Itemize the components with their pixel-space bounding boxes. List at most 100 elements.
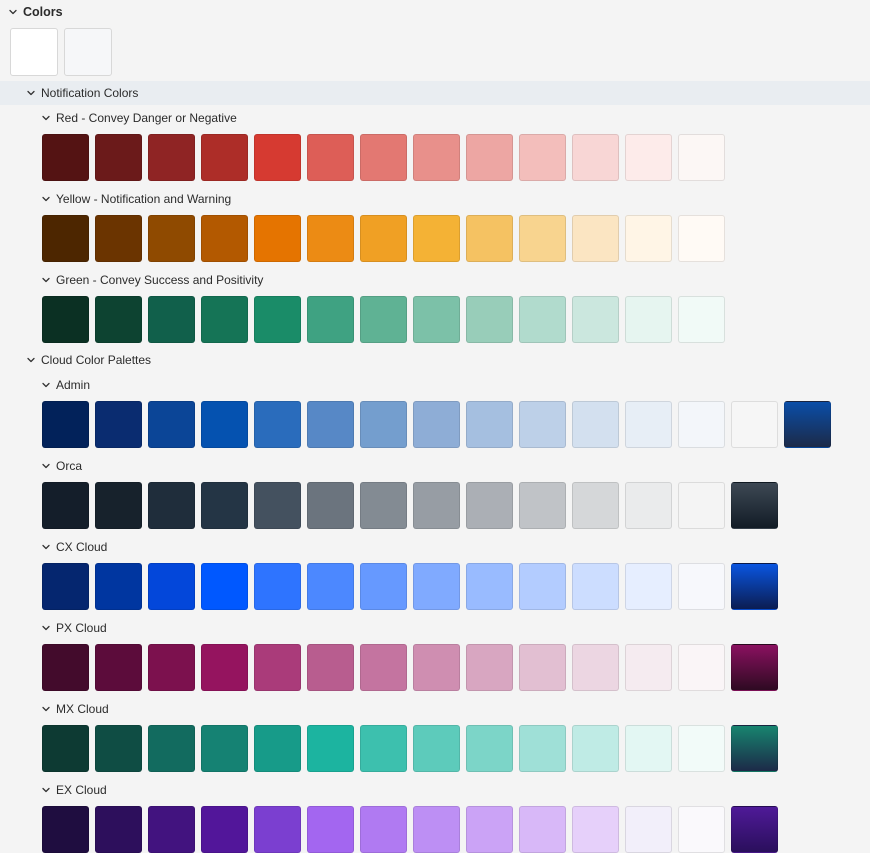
color-swatch[interactable]	[95, 296, 142, 343]
color-swatch[interactable]	[95, 644, 142, 691]
colors-section-header[interactable]: Colors	[8, 0, 63, 24]
color-swatch[interactable]	[678, 563, 725, 610]
color-swatch[interactable]	[307, 296, 354, 343]
color-swatch[interactable]	[519, 644, 566, 691]
color-swatch[interactable]	[307, 563, 354, 610]
color-swatch[interactable]	[254, 134, 301, 181]
notification-colors-header[interactable]: Notification Colors	[26, 81, 138, 105]
color-swatch[interactable]	[413, 401, 460, 448]
color-swatch[interactable]	[254, 215, 301, 262]
color-swatch[interactable]	[42, 563, 89, 610]
color-swatch[interactable]	[148, 563, 195, 610]
color-swatch[interactable]	[148, 806, 195, 853]
color-swatch[interactable]	[519, 134, 566, 181]
color-swatch[interactable]	[572, 806, 619, 853]
color-swatch[interactable]	[42, 806, 89, 853]
color-swatch[interactable]	[360, 296, 407, 343]
color-swatch[interactable]	[731, 725, 778, 772]
color-swatch[interactable]	[413, 644, 460, 691]
color-swatch[interactable]	[625, 134, 672, 181]
color-swatch[interactable]	[466, 563, 513, 610]
color-swatch[interactable]	[42, 644, 89, 691]
color-swatch[interactable]	[625, 725, 672, 772]
color-swatch[interactable]	[678, 296, 725, 343]
color-swatch[interactable]	[307, 401, 354, 448]
color-swatch[interactable]	[307, 725, 354, 772]
color-swatch[interactable]	[42, 401, 89, 448]
color-swatch[interactable]	[201, 563, 248, 610]
color-swatch[interactable]	[360, 563, 407, 610]
color-swatch[interactable]	[360, 134, 407, 181]
color-swatch[interactable]	[625, 806, 672, 853]
color-swatch[interactable]	[413, 563, 460, 610]
color-swatch[interactable]	[201, 401, 248, 448]
color-swatch[interactable]	[95, 134, 142, 181]
color-swatch[interactable]	[95, 215, 142, 262]
color-swatch[interactable]	[360, 215, 407, 262]
palette-header-8[interactable]: EX Cloud	[41, 778, 107, 802]
color-swatch[interactable]	[625, 215, 672, 262]
palette-header-7[interactable]: MX Cloud	[41, 697, 109, 721]
cloud-color-palettes-header[interactable]: Cloud Color Palettes	[26, 348, 151, 372]
color-swatch[interactable]	[148, 134, 195, 181]
color-swatch[interactable]	[360, 401, 407, 448]
color-swatch[interactable]	[95, 401, 142, 448]
color-swatch[interactable]	[466, 725, 513, 772]
color-swatch[interactable]	[42, 296, 89, 343]
color-swatch[interactable]	[731, 806, 778, 853]
palette-header-3[interactable]: Admin	[41, 373, 90, 397]
color-swatch[interactable]	[731, 644, 778, 691]
color-swatch[interactable]	[413, 134, 460, 181]
color-swatch[interactable]	[42, 725, 89, 772]
color-swatch[interactable]	[42, 215, 89, 262]
color-swatch[interactable]	[201, 725, 248, 772]
palette-header-6[interactable]: PX Cloud	[41, 616, 107, 640]
color-swatch[interactable]	[95, 482, 142, 529]
color-swatch[interactable]	[466, 644, 513, 691]
palette-header-1[interactable]: Yellow - Notification and Warning	[41, 187, 231, 211]
color-swatch[interactable]	[254, 725, 301, 772]
color-swatch[interactable]	[572, 644, 619, 691]
color-swatch[interactable]	[413, 215, 460, 262]
color-swatch[interactable]	[95, 725, 142, 772]
color-swatch[interactable]	[42, 134, 89, 181]
color-swatch[interactable]	[148, 482, 195, 529]
color-swatch[interactable]	[572, 482, 619, 529]
color-swatch[interactable]	[625, 401, 672, 448]
color-swatch[interactable]	[95, 806, 142, 853]
color-swatch[interactable]	[519, 215, 566, 262]
color-swatch[interactable]	[466, 134, 513, 181]
color-swatch[interactable]	[413, 806, 460, 853]
color-swatch[interactable]	[625, 563, 672, 610]
color-swatch[interactable]	[254, 482, 301, 529]
color-swatch[interactable]	[201, 134, 248, 181]
color-swatch[interactable]	[201, 644, 248, 691]
color-swatch[interactable]	[466, 296, 513, 343]
color-swatch[interactable]	[678, 482, 725, 529]
color-swatch[interactable]	[360, 806, 407, 853]
color-swatch[interactable]	[254, 806, 301, 853]
color-swatch[interactable]	[572, 401, 619, 448]
palette-header-5[interactable]: CX Cloud	[41, 535, 107, 559]
color-swatch[interactable]	[148, 725, 195, 772]
color-swatch[interactable]	[307, 215, 354, 262]
color-swatch[interactable]	[519, 563, 566, 610]
color-swatch[interactable]	[678, 644, 725, 691]
color-swatch[interactable]	[413, 482, 460, 529]
base-swatch[interactable]	[64, 28, 112, 76]
color-swatch[interactable]	[625, 644, 672, 691]
color-swatch[interactable]	[519, 725, 566, 772]
color-swatch[interactable]	[95, 563, 142, 610]
color-swatch[interactable]	[731, 563, 778, 610]
color-swatch[interactable]	[148, 401, 195, 448]
color-swatch[interactable]	[254, 296, 301, 343]
color-swatch[interactable]	[307, 806, 354, 853]
color-swatch[interactable]	[201, 215, 248, 262]
color-swatch[interactable]	[201, 482, 248, 529]
color-swatch[interactable]	[572, 296, 619, 343]
color-swatch[interactable]	[42, 482, 89, 529]
color-swatch[interactable]	[519, 296, 566, 343]
color-swatch[interactable]	[625, 296, 672, 343]
color-swatch[interactable]	[254, 563, 301, 610]
color-swatch[interactable]	[466, 215, 513, 262]
